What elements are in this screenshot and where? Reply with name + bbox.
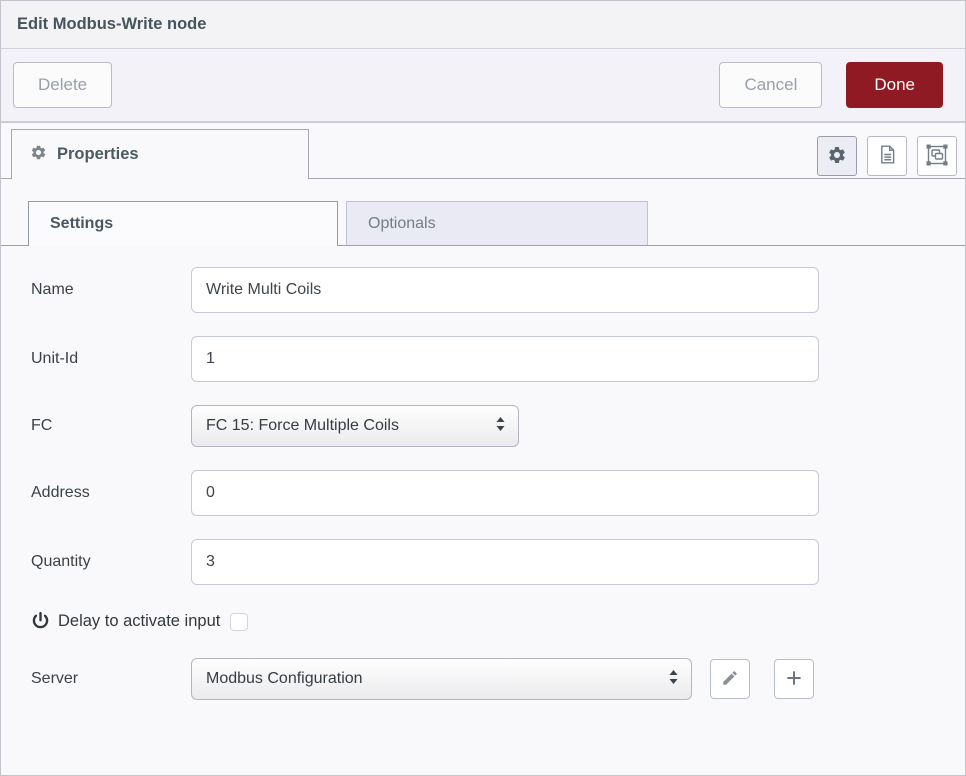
add-server-button[interactable] <box>774 659 814 699</box>
address-label: Address <box>31 484 191 502</box>
tab-properties-label: Properties <box>57 145 139 164</box>
tab-properties[interactable]: Properties <box>11 129 309 179</box>
tab-settings-label: Settings <box>50 215 113 233</box>
name-input[interactable] <box>191 267 819 313</box>
name-row: Name <box>31 267 965 313</box>
done-button[interactable]: Done <box>846 62 943 108</box>
fc-select[interactable]: FC 15: Force Multiple Coils <box>191 405 519 447</box>
fc-select-value: FC 15: Force Multiple Coils <box>206 417 487 435</box>
edit-node-dialog: Edit Modbus-Write node Delete Cancel Don… <box>0 0 966 776</box>
unit-id-row: Unit-Id <box>31 336 965 382</box>
dialog-toolbar: Delete Cancel Done <box>1 49 965 123</box>
quantity-input[interactable] <box>191 539 819 585</box>
server-row: Server Modbus Configuration <box>31 658 965 700</box>
tab-settings[interactable]: Settings <box>28 201 338 246</box>
unit-id-label: Unit-Id <box>31 350 191 368</box>
appearance-button[interactable] <box>917 136 957 176</box>
cancel-button[interactable]: Cancel <box>719 62 822 108</box>
server-select[interactable]: Modbus Configuration <box>191 658 692 700</box>
fc-row: FC FC 15: Force Multiple Coils <box>31 405 965 447</box>
gear-icon <box>30 144 47 166</box>
name-label: Name <box>31 281 191 299</box>
select-arrows-icon <box>495 415 506 438</box>
server-select-value: Modbus Configuration <box>206 670 660 688</box>
delay-checkbox[interactable] <box>230 613 248 631</box>
dialog-title: Edit Modbus-Write node <box>17 15 206 34</box>
tab-optionals-label: Optionals <box>368 215 436 233</box>
address-input[interactable] <box>191 470 819 516</box>
unit-id-input[interactable] <box>191 336 819 382</box>
settings-form: Name Unit-Id FC FC 15: Force Multiple Co… <box>1 246 965 700</box>
server-label: Server <box>31 670 191 688</box>
appearance-icon <box>925 143 949 170</box>
delete-button[interactable]: Delete <box>13 62 112 108</box>
fc-label: FC <box>31 417 191 435</box>
tab-optionals[interactable]: Optionals <box>346 201 648 245</box>
power-icon <box>31 611 50 631</box>
gear-icon <box>827 145 847 168</box>
dialog-header: Edit Modbus-Write node <box>1 1 965 49</box>
quantity-row: Quantity <box>31 539 965 585</box>
tray-icon-buttons <box>817 136 957 176</box>
properties-gear-button[interactable] <box>817 136 857 176</box>
description-icon <box>877 143 898 169</box>
plus-icon <box>784 668 804 691</box>
delay-label: Delay to activate input <box>58 612 220 631</box>
pencil-icon <box>721 669 739 690</box>
select-arrows-icon <box>668 668 679 691</box>
settings-tabbar: Settings Optionals <box>1 201 965 246</box>
tray-tabstrip: Properties <box>1 123 965 179</box>
description-button[interactable] <box>867 136 907 176</box>
edit-server-button[interactable] <box>710 659 750 699</box>
properties-panel: Settings Optionals Name Unit-Id FC FC 15… <box>1 179 965 775</box>
delay-row: Delay to activate input <box>31 611 965 631</box>
address-row: Address <box>31 470 965 516</box>
quantity-label: Quantity <box>31 553 191 571</box>
